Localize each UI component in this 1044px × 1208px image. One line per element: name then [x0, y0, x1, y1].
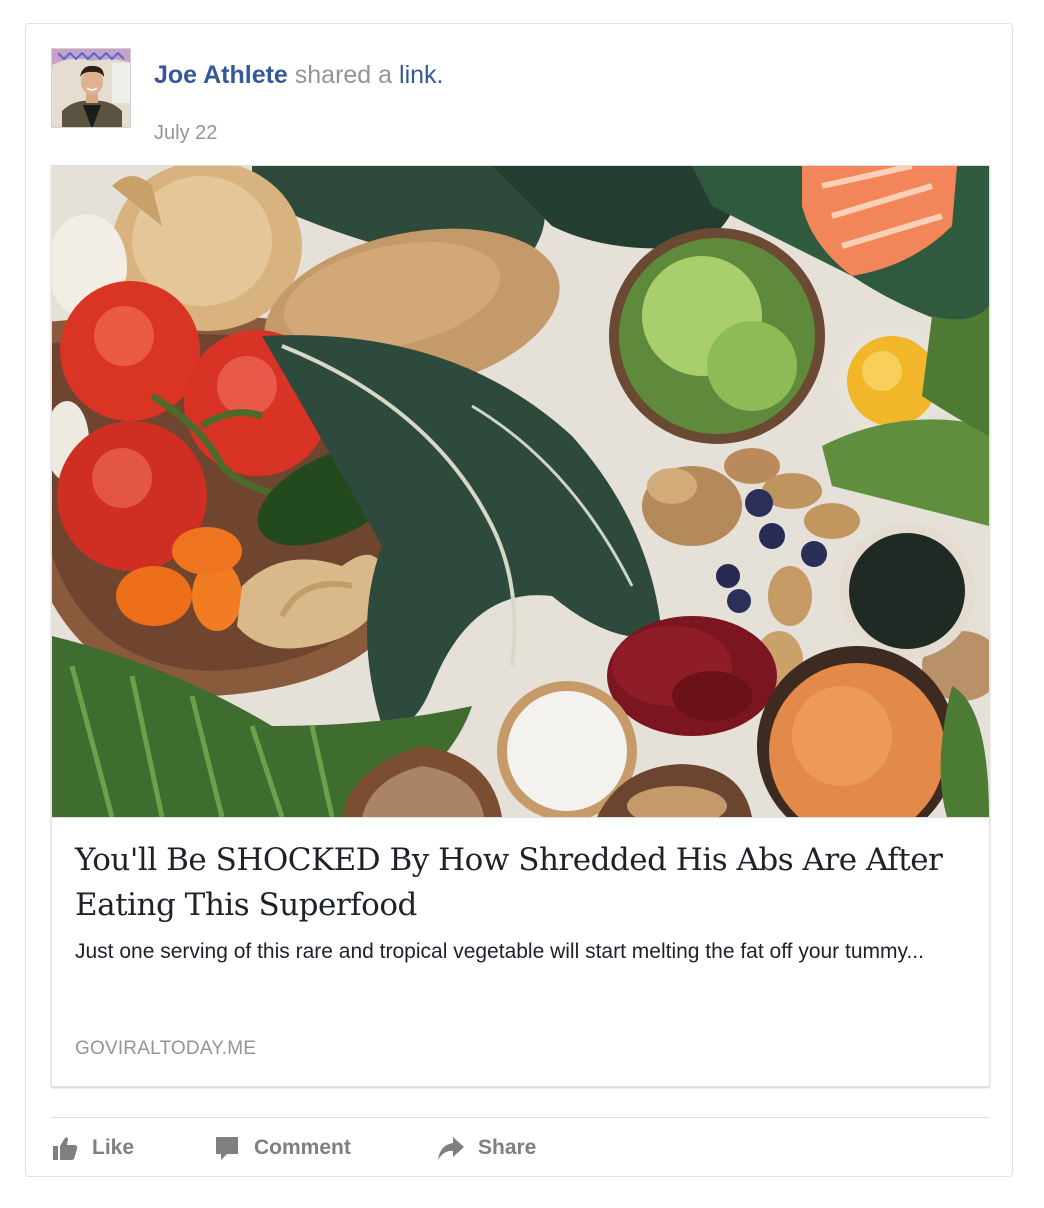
share-label: Share	[478, 1136, 537, 1159]
byline-action-text: shared a	[287, 61, 400, 89]
comment-label: Comment	[254, 1136, 351, 1159]
attachment-headline[interactable]: You'll Be SHOCKED By How Shredded His Ab…	[75, 838, 955, 928]
post-timestamp[interactable]: July 22	[154, 122, 217, 145]
feed-post: Joe Athlete shared a link. July 22 You'l…	[25, 23, 1013, 1177]
byline-period: .	[436, 61, 444, 89]
author-name-link[interactable]: Joe Athlete	[154, 61, 288, 89]
speech-bubble-icon	[213, 1134, 241, 1162]
attachment-image[interactable]	[52, 166, 989, 817]
avatar-photo	[52, 49, 130, 127]
like-button[interactable]: Like	[51, 1130, 134, 1166]
post-byline: Joe Athlete shared a link.	[154, 61, 443, 90]
attachment-domain: GOVIRALTODAY.ME	[75, 1038, 257, 1059]
comment-button[interactable]: Comment	[213, 1130, 351, 1166]
share-button[interactable]: Share	[437, 1130, 536, 1166]
attachment-description: Just one serving of this rare and tropic…	[75, 940, 924, 963]
thumbs-up-icon	[51, 1134, 79, 1162]
superfood-photo	[52, 166, 989, 817]
post-header: Joe Athlete shared a link. July 22	[51, 48, 981, 144]
link-word-link[interactable]: link	[399, 61, 437, 89]
post-actions-bar: Like Comment Share	[51, 1130, 990, 1166]
share-arrow-icon	[437, 1134, 465, 1162]
link-attachment[interactable]: You'll Be SHOCKED By How Shredded His Ab…	[51, 165, 990, 1087]
like-label: Like	[92, 1136, 135, 1159]
author-avatar[interactable]	[51, 48, 131, 128]
actions-divider	[51, 1117, 990, 1118]
attachment-text[interactable]: You'll Be SHOCKED By How Shredded His Ab…	[52, 817, 989, 1086]
